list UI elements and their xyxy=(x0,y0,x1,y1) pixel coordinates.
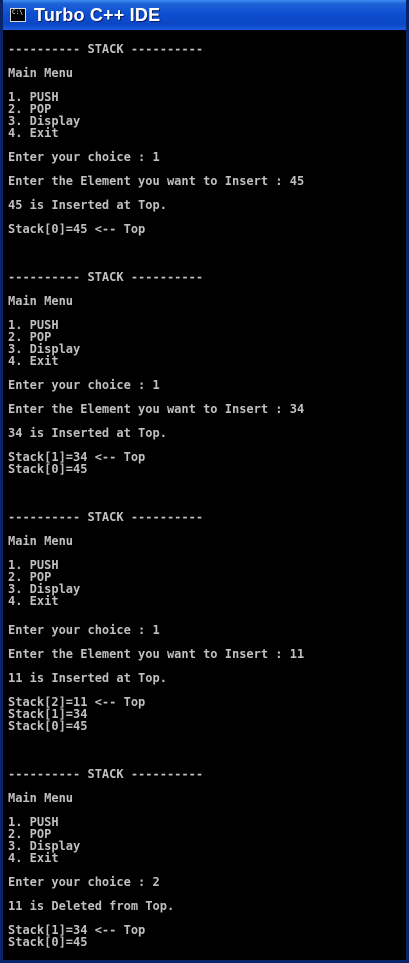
console-app-icon[interactable]: C:\ xyxy=(10,8,26,22)
status-message: 11 is Deleted from Top. xyxy=(8,899,175,913)
insert-prompt: Enter the Element you want to Insert : 3… xyxy=(8,402,305,416)
choice-prompt: Enter your choice : 2 xyxy=(8,875,160,889)
stack-entry: Stack[0]=45 xyxy=(8,719,88,733)
stack-entry: Stack[0]=45 <-- Top xyxy=(8,222,146,236)
menu-option-exit: 4. Exit xyxy=(8,126,59,140)
stack-header: ---------- STACK ---------- xyxy=(8,510,204,524)
choice-prompt: Enter your choice : 1 xyxy=(8,150,160,164)
title-bar[interactable]: C:\ Turbo C++ IDE xyxy=(3,0,406,30)
insert-prompt: Enter the Element you want to Insert : 4… xyxy=(8,174,305,188)
window-title: Turbo C++ IDE xyxy=(34,4,161,25)
stack-header: ---------- STACK ---------- xyxy=(8,270,204,284)
console-output: ---------- STACK ---------- Main Menu 1.… xyxy=(3,30,406,960)
console-window: C:\ Turbo C++ IDE ---------- STACK -----… xyxy=(0,0,409,963)
status-message: 45 is Inserted at Top. xyxy=(8,198,167,212)
main-menu-heading: Main Menu xyxy=(8,294,74,308)
menu-option-exit: 4. Exit xyxy=(8,851,59,865)
menu-option-exit: 4. Exit xyxy=(8,594,59,608)
menu-option-exit: 4. Exit xyxy=(8,354,59,368)
stack-entry: Stack[0]=45 xyxy=(8,462,88,476)
stack-header: ---------- STACK ---------- xyxy=(8,42,204,56)
main-menu-heading: Main Menu xyxy=(8,791,74,805)
stack-header: ---------- STACK ---------- xyxy=(8,767,204,781)
main-menu-heading: Main Menu xyxy=(8,534,74,548)
status-message: 11 is Inserted at Top. xyxy=(8,671,167,685)
stack-entry: Stack[0]=45 xyxy=(8,935,88,949)
insert-prompt: Enter the Element you want to Insert : 1… xyxy=(8,647,305,661)
status-message: 34 is Inserted at Top. xyxy=(8,426,167,440)
choice-prompt: Enter your choice : 1 xyxy=(8,623,160,637)
main-menu-heading: Main Menu xyxy=(8,66,74,80)
choice-prompt: Enter your choice : 1 xyxy=(8,378,160,392)
